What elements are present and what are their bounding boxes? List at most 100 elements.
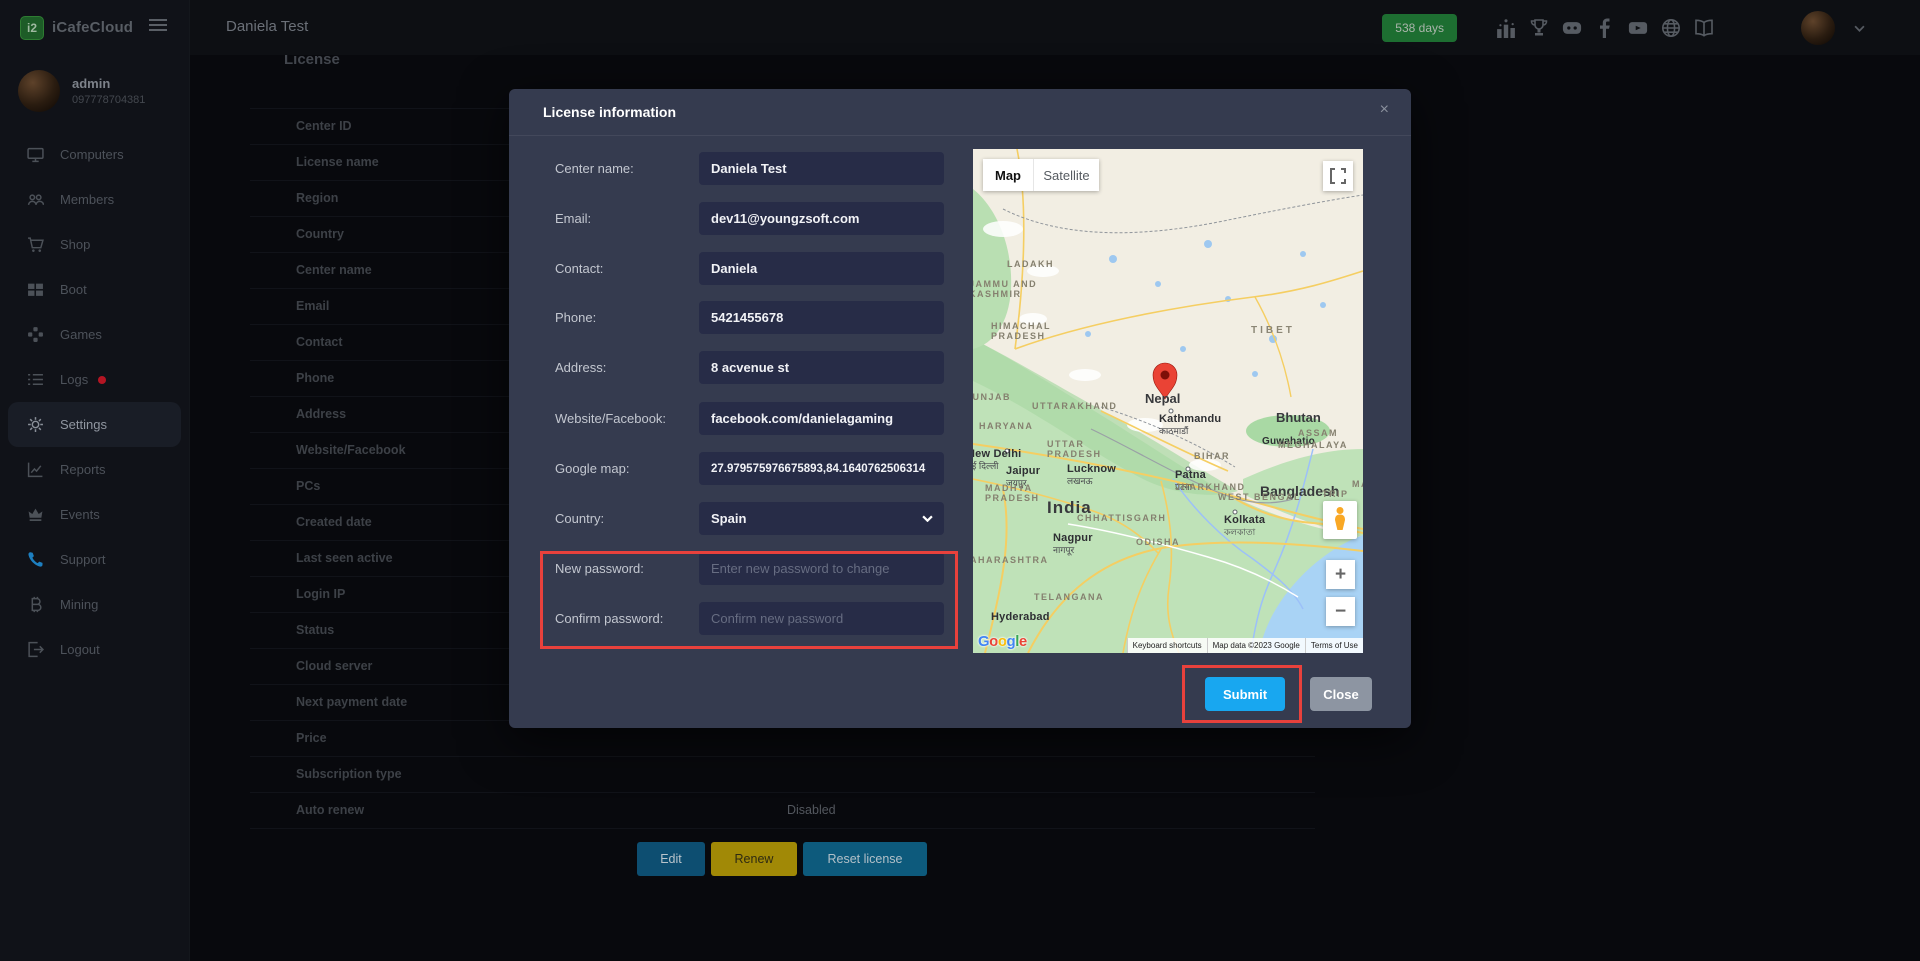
user-profile[interactable]: admin 097778704381 — [18, 70, 145, 112]
monitor-icon — [26, 146, 44, 164]
google-map-row: Google map: — [555, 452, 975, 485]
sidebar-item-mining[interactable]: Mining — [0, 582, 189, 627]
email-label: Email: — [555, 202, 591, 235]
new-password-label: New password: — [555, 552, 644, 585]
email-field[interactable] — [699, 202, 944, 235]
avatar[interactable] — [1801, 11, 1835, 45]
logs-alert-dot — [98, 376, 106, 384]
avatar — [18, 70, 60, 112]
modal-title: License information — [543, 104, 676, 120]
license-actions: Edit Renew Reset license — [637, 842, 927, 876]
license-information-modal: License information × Center name: Email… — [509, 89, 1411, 728]
keyboard-shortcuts-link[interactable]: Keyboard shortcuts — [1127, 638, 1207, 653]
modal-header: License information × — [509, 89, 1411, 136]
country-row: Country: Spain — [555, 502, 975, 535]
sidebar-menu: Computers Members Shop Boot Games Logs S… — [0, 132, 189, 672]
user-name: admin — [72, 76, 145, 91]
website-facebook-label: Website/Facebook: — [555, 402, 666, 435]
cart-icon — [26, 236, 44, 254]
page-title: Daniela Test — [226, 18, 308, 35]
sidebar-item-computers[interactable]: Computers — [0, 132, 189, 177]
map-terrain — [973, 149, 1363, 653]
brand-name: iCafeCloud — [52, 19, 133, 36]
sidebar-item-games[interactable]: Games — [0, 312, 189, 357]
email-row: Email: — [555, 202, 975, 235]
contact-input[interactable] — [699, 252, 944, 285]
sidebar-item-events[interactable]: Events — [0, 492, 189, 537]
map-type-control: Map Satellite — [983, 159, 1099, 191]
sidebar-item-reports[interactable]: Reports — [0, 447, 189, 492]
topbar: Daniela Test 538 days — [190, 0, 1920, 55]
country-select[interactable]: Spain — [699, 502, 944, 535]
hamburger-menu-icon[interactable] — [149, 24, 167, 26]
reset-license-button[interactable]: Reset license — [803, 842, 927, 876]
table-row-auto-renew: Auto renewDisabled — [250, 793, 1315, 829]
sidebar-item-settings[interactable]: Settings — [8, 402, 181, 447]
discord-icon[interactable] — [1562, 18, 1582, 38]
sidebar-item-support[interactable]: Support — [0, 537, 189, 582]
crown-icon — [26, 506, 44, 524]
windows-icon — [26, 281, 44, 299]
map-attribution: Keyboard shortcuts Map data ©2023 Google… — [1127, 638, 1363, 653]
sidebar-item-logs[interactable]: Logs — [0, 357, 189, 402]
book-icon[interactable] — [1694, 18, 1714, 38]
close-button[interactable]: Close — [1310, 677, 1372, 711]
new-password-row: New password: — [555, 552, 975, 585]
center-name-input[interactable] — [699, 152, 944, 185]
submit-button[interactable]: Submit — [1205, 677, 1285, 711]
phone-label: Phone: — [555, 301, 596, 334]
phone-row: Phone: — [555, 301, 975, 334]
country-label: Country: — [555, 502, 604, 535]
ranking-icon[interactable] — [1496, 18, 1516, 38]
sidebar: i2 iCafeCloud admin 097778704381 Compute… — [0, 0, 190, 961]
sidebar-item-logout[interactable]: Logout — [0, 627, 189, 672]
address-input[interactable] — [699, 351, 944, 384]
zoom-out-button[interactable]: − — [1326, 597, 1355, 626]
table-row: Subscription type — [250, 757, 1315, 793]
confirm-password-input[interactable] — [699, 602, 944, 635]
map-data-label: Map data ©2023 Google — [1207, 638, 1305, 653]
pegman-streetview-control[interactable] — [1323, 501, 1357, 539]
chart-icon — [26, 461, 44, 479]
edit-button[interactable]: Edit — [637, 842, 705, 876]
satellite-view-button[interactable]: Satellite — [1033, 159, 1099, 191]
zoom-in-button[interactable]: + — [1326, 560, 1355, 589]
website-facebook-input[interactable] — [699, 402, 944, 435]
google-logo: Google — [978, 633, 1027, 650]
confirm-password-row: Confirm password: — [555, 602, 975, 635]
terms-of-use-link[interactable]: Terms of Use — [1305, 638, 1363, 653]
contact-label: Contact: — [555, 252, 603, 285]
new-password-input[interactable] — [699, 552, 944, 585]
phone-input[interactable] — [699, 301, 944, 334]
gamepad-icon — [26, 326, 44, 344]
user-id: 097778704381 — [72, 94, 145, 106]
google-map[interactable]: LADAKH JAMMU AND KASHMIR HIMACHAL PRADES… — [973, 149, 1363, 653]
facebook-icon[interactable] — [1595, 18, 1615, 38]
trophy-icon[interactable] — [1529, 18, 1549, 38]
center-name-label: Center name: — [555, 152, 634, 185]
chevron-down-icon[interactable] — [1854, 19, 1865, 37]
globe-icon[interactable] — [1661, 18, 1681, 38]
map-view-button[interactable]: Map — [983, 159, 1033, 191]
renew-button[interactable]: Renew — [711, 842, 797, 876]
sidebar-item-boot[interactable]: Boot — [0, 267, 189, 312]
google-map-input[interactable] — [699, 452, 944, 485]
phone-icon — [26, 551, 44, 569]
center-name-row: Center name: — [555, 152, 975, 185]
fullscreen-button[interactable] — [1323, 161, 1353, 191]
license-days-badge[interactable]: 538 days — [1382, 14, 1457, 42]
youtube-icon[interactable] — [1628, 18, 1648, 38]
auto-renew-value: Disabled — [787, 803, 836, 817]
sidebar-item-shop[interactable]: Shop — [0, 222, 189, 267]
contact-row: Contact: — [555, 252, 975, 285]
gear-icon — [26, 416, 44, 434]
google-map-label: Google map: — [555, 452, 629, 485]
brand-logo-icon: i2 — [20, 16, 44, 40]
address-label: Address: — [555, 351, 606, 384]
logo-row: i2 iCafeCloud — [0, 0, 189, 55]
close-icon[interactable]: × — [1380, 101, 1389, 119]
sidebar-item-members[interactable]: Members — [0, 177, 189, 222]
bitcoin-icon — [26, 596, 44, 614]
people-icon — [26, 191, 44, 209]
address-row: Address: — [555, 351, 975, 384]
